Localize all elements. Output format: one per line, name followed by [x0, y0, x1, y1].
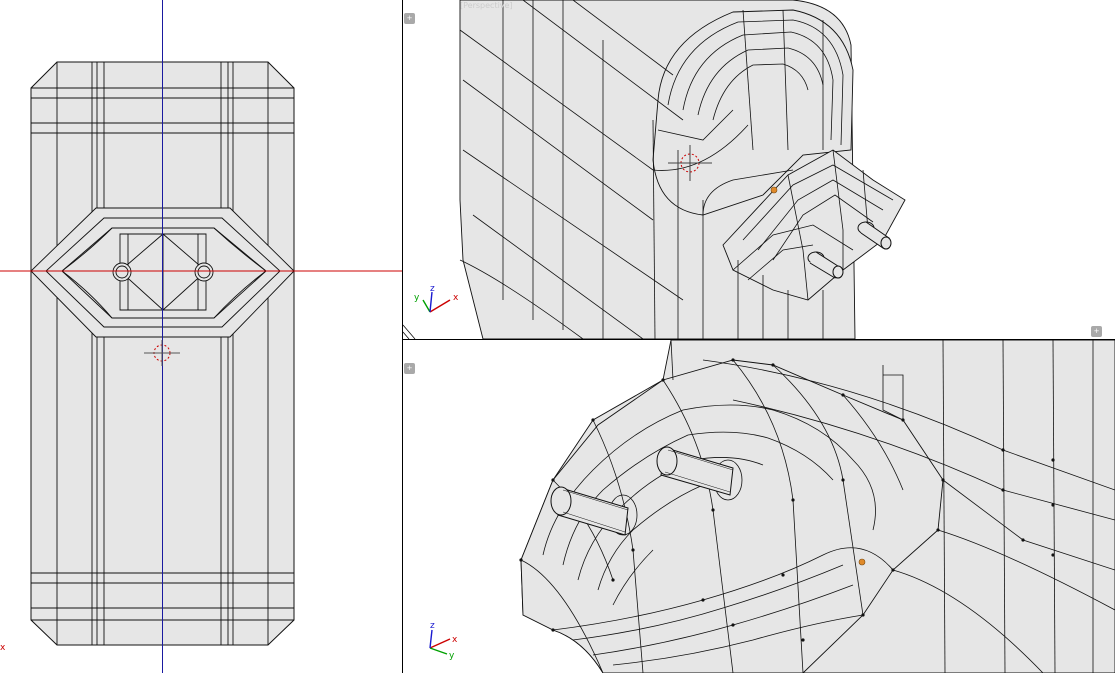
viewport-layout: x x y z + [Perspective] + x y z +	[0, 0, 1115, 673]
front-view-wireframe: x	[0, 0, 402, 673]
perspective-wireframe: x y z	[403, 0, 906, 339]
svg-text:x: x	[453, 293, 459, 303]
viewport-perspective[interactable]: x y z + + [Perspective] +	[403, 0, 1115, 339]
viewport-label[interactable]: [Perspective]	[460, 1, 513, 10]
svg-text:z: z	[430, 284, 435, 294]
viewport-closeup[interactable]: x y z +	[403, 340, 1115, 673]
closeup-wireframe: x y z	[429, 340, 1115, 673]
svg-text:x: x	[452, 635, 458, 645]
maximize-icon[interactable]: +	[404, 13, 415, 24]
viewport-menu-icon[interactable]: +	[404, 363, 415, 374]
viewport-corner-icon[interactable]: +	[1091, 326, 1102, 337]
svg-text:y: y	[449, 651, 455, 661]
gizmo-axis-icon: x y z	[429, 621, 458, 661]
svg-text:y: y	[414, 293, 420, 303]
gizmo-axis-icon: x y z	[414, 284, 459, 313]
svg-text:z: z	[430, 621, 435, 631]
viewport-front[interactable]: x	[0, 0, 402, 673]
x-axis-marker: x	[0, 643, 6, 653]
